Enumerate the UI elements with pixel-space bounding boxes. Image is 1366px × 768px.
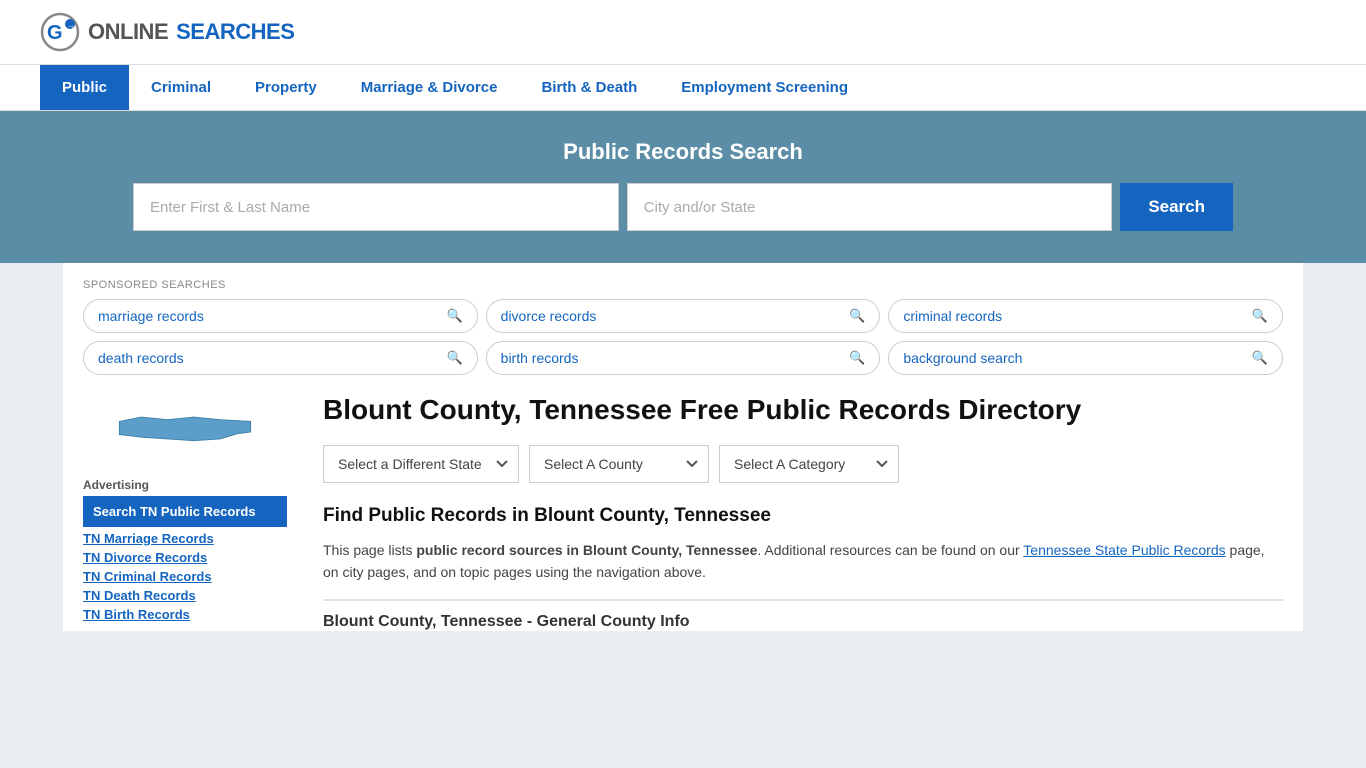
sidebar-link-birth[interactable]: TN Birth Records bbox=[83, 605, 287, 624]
ad-highlight-button[interactable]: Search TN Public Records bbox=[83, 496, 287, 527]
sidebar-link-marriage[interactable]: TN Marriage Records bbox=[83, 529, 287, 548]
tennessee-map-icon bbox=[115, 393, 255, 463]
search-banner-title: Public Records Search bbox=[40, 139, 1326, 165]
search-button[interactable]: Search bbox=[1120, 183, 1233, 231]
nav-item-birth-death[interactable]: Birth & Death bbox=[519, 65, 659, 110]
section-subtitle: Blount County, Tennessee - General Count… bbox=[323, 599, 1283, 631]
logo-text-searches: SEARCHES bbox=[176, 19, 294, 45]
sponsored-label: SPONSORED SEARCHES bbox=[83, 279, 1283, 291]
sponsored-tag-label-divorce: divorce records bbox=[501, 308, 597, 324]
search-icon-birth: 🔍 bbox=[849, 350, 865, 366]
content-body: Advertising Search TN Public Records TN … bbox=[83, 383, 1283, 631]
sponsored-tag-divorce[interactable]: divorce records 🔍 bbox=[486, 299, 881, 333]
name-input[interactable] bbox=[133, 183, 619, 231]
nav-item-marriage-divorce[interactable]: Marriage & Divorce bbox=[339, 65, 520, 110]
sponsored-section: SPONSORED SEARCHES marriage records 🔍 di… bbox=[83, 263, 1283, 383]
nav-item-property[interactable]: Property bbox=[233, 65, 339, 110]
find-records-title: Find Public Records in Blount County, Te… bbox=[323, 505, 1283, 527]
state-map bbox=[83, 393, 287, 466]
nav-item-public[interactable]: Public bbox=[40, 65, 129, 110]
desc-part1: This page lists bbox=[323, 542, 416, 558]
sidebar-link-divorce[interactable]: TN Divorce Records bbox=[83, 548, 287, 567]
sidebar-link-criminal[interactable]: TN Criminal Records bbox=[83, 567, 287, 586]
desc-mid: . Additional resources can be found on o… bbox=[757, 542, 1023, 558]
sidebar: Advertising Search TN Public Records TN … bbox=[83, 393, 303, 631]
main-content: Blount County, Tennessee Free Public Rec… bbox=[303, 393, 1283, 631]
sponsored-tag-background[interactable]: background search 🔍 bbox=[888, 341, 1283, 375]
svg-text:→: → bbox=[67, 21, 75, 30]
logo[interactable]: G → ONLINE SEARCHES bbox=[40, 12, 294, 52]
desc-link[interactable]: Tennessee State Public Records bbox=[1023, 542, 1225, 558]
sponsored-tag-label-background: background search bbox=[903, 350, 1022, 366]
svg-text:G: G bbox=[47, 22, 63, 44]
search-banner: Public Records Search Search bbox=[0, 111, 1366, 263]
sponsored-grid: marriage records 🔍 divorce records 🔍 cri… bbox=[83, 299, 1283, 375]
search-icon-marriage: 🔍 bbox=[446, 308, 462, 324]
search-icon-background: 🔍 bbox=[1252, 350, 1268, 366]
sponsored-tag-birth[interactable]: birth records 🔍 bbox=[486, 341, 881, 375]
advertising-label: Advertising bbox=[83, 478, 287, 492]
page-title: Blount County, Tennessee Free Public Rec… bbox=[323, 393, 1283, 427]
search-icon-divorce: 🔍 bbox=[849, 308, 865, 324]
sponsored-tag-label-birth: birth records bbox=[501, 350, 579, 366]
logo-text-online: ONLINE bbox=[88, 19, 168, 45]
dropdowns-row: Select a Different State Select A County… bbox=[323, 445, 1283, 483]
search-icon-criminal: 🔍 bbox=[1252, 308, 1268, 324]
search-form: Search bbox=[133, 183, 1233, 231]
description-text: This page lists public record sources in… bbox=[323, 539, 1283, 584]
sidebar-link-death[interactable]: TN Death Records bbox=[83, 586, 287, 605]
logo-icon: G → bbox=[40, 12, 80, 52]
header: G → ONLINE SEARCHES bbox=[0, 0, 1366, 65]
county-dropdown[interactable]: Select A County bbox=[529, 445, 709, 483]
sponsored-tag-death[interactable]: death records 🔍 bbox=[83, 341, 478, 375]
location-input[interactable] bbox=[627, 183, 1113, 231]
sponsored-tag-criminal[interactable]: criminal records 🔍 bbox=[888, 299, 1283, 333]
sponsored-tag-label-marriage: marriage records bbox=[98, 308, 204, 324]
sponsored-tag-label-criminal: criminal records bbox=[903, 308, 1002, 324]
sponsored-tag-marriage[interactable]: marriage records 🔍 bbox=[83, 299, 478, 333]
state-dropdown[interactable]: Select a Different State bbox=[323, 445, 519, 483]
search-icon-death: 🔍 bbox=[446, 350, 462, 366]
sponsored-tag-label-death: death records bbox=[98, 350, 184, 366]
main-container: SPONSORED SEARCHES marriage records 🔍 di… bbox=[63, 263, 1303, 631]
nav-item-employment[interactable]: Employment Screening bbox=[659, 65, 870, 110]
nav-item-criminal[interactable]: Criminal bbox=[129, 65, 233, 110]
desc-bold: public record sources in Blount County, … bbox=[416, 542, 757, 558]
main-nav: Public Criminal Property Marriage & Divo… bbox=[0, 65, 1366, 111]
category-dropdown[interactable]: Select A Category bbox=[719, 445, 899, 483]
